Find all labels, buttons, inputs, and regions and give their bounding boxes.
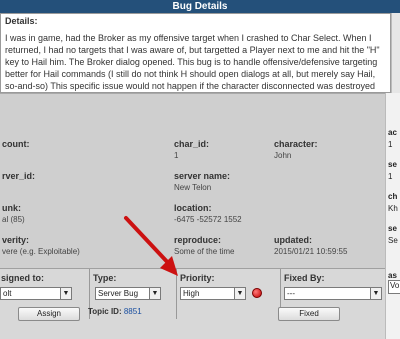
chevron-down-icon: ▼ — [234, 288, 245, 299]
severity-value: vere (e.g. Exploitable) — [2, 247, 80, 256]
bug-actions-bar: signed to: olt ▼ Type: Server Bug ▼ Prio… — [0, 268, 385, 339]
right-bottom-select[interactable]: Vo — [388, 280, 400, 294]
assigned-to-label: signed to: — [1, 273, 44, 283]
server-id-label: rver_id: — [2, 171, 36, 181]
assigned-to-select[interactable]: olt ▼ — [0, 287, 72, 300]
right-col-value: Se — [388, 236, 398, 245]
character-value: John — [274, 151, 292, 160]
right-bottom-partial: as Vo — [385, 268, 400, 339]
window-title: Bug Details — [0, 0, 400, 13]
topic-id-label: Topic ID: — [88, 307, 122, 316]
details-text: I was in game, had the Broker as my offe… — [5, 33, 380, 91]
location-value: -6475 -52572 1552 — [174, 215, 242, 224]
type-select[interactable]: Server Bug ▼ — [95, 287, 161, 300]
topic-id: Topic ID: 8851 — [88, 307, 142, 316]
chevron-down-icon: ▼ — [149, 288, 160, 299]
details-panel: Details: I was in game, had the Broker a… — [0, 13, 391, 93]
fixed-by-label: Fixed By: — [284, 273, 325, 283]
chevron-down-icon: ▼ — [370, 288, 381, 299]
details-scrollbar[interactable] — [391, 13, 400, 93]
zone-label: unk: — [2, 203, 21, 213]
priority-indicator-icon — [252, 288, 262, 298]
updated-label: updated: — [274, 235, 312, 245]
priority-label: Priority: — [180, 273, 215, 283]
type-label: Type: — [93, 273, 117, 283]
reproduce-value: Some of the time — [174, 247, 235, 256]
priority-field: Priority: High ▼ — [177, 269, 281, 319]
priority-select[interactable]: High ▼ — [180, 287, 246, 300]
bug-info-panel: count: char_id: 1 character: John rver_i… — [0, 93, 385, 268]
char-id-label: char_id: — [174, 139, 210, 149]
char-id-value: 1 — [174, 151, 179, 160]
right-col-value: 1 — [388, 140, 393, 149]
right-col-label: se — [388, 160, 397, 169]
server-name-value: New Telon — [174, 183, 212, 192]
topic-id-link[interactable]: 8851 — [124, 307, 142, 316]
right-col-value: 1 — [388, 172, 393, 181]
details-label: Details: — [5, 16, 38, 26]
fixed-by-select[interactable]: --- ▼ — [284, 287, 382, 300]
right-bottom-label: as — [388, 271, 397, 280]
right-col-value: Kh — [388, 204, 398, 213]
right-col-label: se — [388, 224, 397, 233]
zone-value: al (85) — [2, 215, 25, 224]
reproduce-label: reproduce: — [174, 235, 222, 245]
severity-label: verity: — [2, 235, 30, 245]
right-column-partial: ac 1 se 1 ch Kh se Se — [385, 93, 400, 268]
priority-value: High — [183, 289, 200, 298]
assigned-to-value: olt — [3, 289, 12, 298]
fixed-button[interactable]: Fixed — [278, 307, 340, 321]
type-value: Server Bug — [98, 289, 139, 298]
location-label: location: — [174, 203, 212, 213]
server-name-label: server name: — [174, 171, 231, 181]
character-label: character: — [274, 139, 318, 149]
fixed-by-value: --- — [287, 289, 295, 298]
right-col-label: ac — [388, 128, 397, 137]
right-col-label: ch — [388, 192, 398, 201]
account-label: count: — [2, 139, 30, 149]
assign-button[interactable]: Assign — [18, 307, 80, 321]
chevron-down-icon: ▼ — [60, 288, 71, 299]
updated-value: 2015/01/21 10:59:55 — [274, 247, 348, 256]
